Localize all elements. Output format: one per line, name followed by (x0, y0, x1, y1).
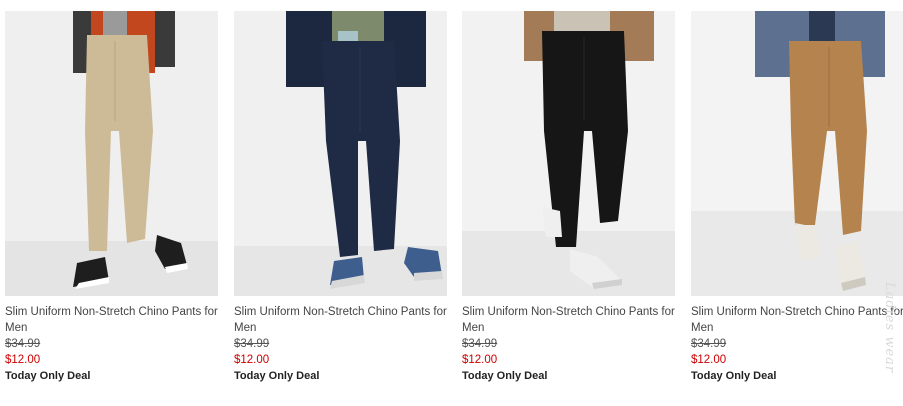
product-image[interactable] (234, 11, 447, 296)
product-image[interactable] (691, 11, 903, 296)
original-price: $34.99 (462, 338, 498, 350)
pants-photo (462, 11, 675, 296)
product-image[interactable] (5, 11, 218, 296)
product-title[interactable]: Slim Uniform Non-Stretch Chino Pants for… (462, 304, 675, 336)
original-price: $34.99 (5, 338, 41, 350)
product-grid: Slim Uniform Non-Stretch Chino Pants for… (0, 0, 903, 406)
watermark: Ladies wear (882, 282, 897, 374)
product-card[interactable]: Slim Uniform Non-Stretch Chino Pants for… (691, 11, 903, 384)
pants-photo (691, 11, 903, 296)
original-price: $34.99 (691, 338, 727, 350)
product-image[interactable] (462, 11, 675, 296)
product-title[interactable]: Slim Uniform Non-Stretch Chino Pants for… (234, 304, 447, 336)
deal-badge: Today Only Deal (462, 370, 548, 382)
sale-price: $12.00 (691, 354, 727, 366)
product-card[interactable]: Slim Uniform Non-Stretch Chino Pants for… (234, 11, 447, 384)
sale-price: $12.00 (462, 354, 498, 366)
deal-badge: Today Only Deal (234, 370, 320, 382)
pants-photo (5, 11, 218, 296)
product-card[interactable]: Slim Uniform Non-Stretch Chino Pants for… (5, 11, 218, 384)
deal-badge: Today Only Deal (691, 370, 777, 382)
product-title[interactable]: Slim Uniform Non-Stretch Chino Pants for… (5, 304, 218, 336)
product-title[interactable]: Slim Uniform Non-Stretch Chino Pants for… (691, 304, 903, 336)
pants-photo (234, 11, 447, 296)
deal-badge: Today Only Deal (5, 370, 91, 382)
sale-price: $12.00 (234, 354, 270, 366)
sale-price: $12.00 (5, 354, 41, 366)
product-card[interactable]: Slim Uniform Non-Stretch Chino Pants for… (462, 11, 675, 384)
original-price: $34.99 (234, 338, 270, 350)
